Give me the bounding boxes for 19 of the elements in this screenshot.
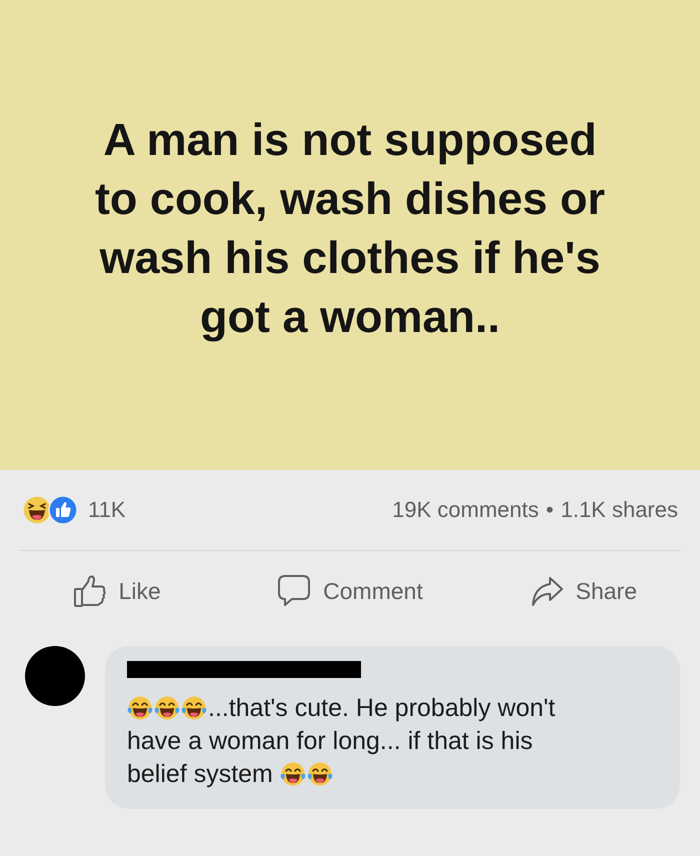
tears-of-joy-emoji-icon bbox=[127, 695, 153, 721]
share-arrow-icon bbox=[530, 574, 564, 608]
share-count[interactable]: 1.1K shares bbox=[560, 497, 678, 523]
share-button[interactable]: Share bbox=[528, 570, 639, 612]
thumbs-up-icon bbox=[72, 574, 107, 608]
speech-bubble-icon bbox=[277, 574, 312, 608]
laughing-emoji-icon bbox=[22, 495, 52, 525]
like-button[interactable]: Like bbox=[70, 570, 163, 612]
reaction-count[interactable]: 11K bbox=[88, 497, 126, 523]
separator-dot: • bbox=[546, 497, 554, 523]
thumbs-up-icon bbox=[48, 495, 78, 525]
tears-of-joy-emoji-icon bbox=[181, 695, 207, 721]
comment-count[interactable]: 19K comments bbox=[392, 497, 539, 523]
tears-of-joy-emoji-icon bbox=[154, 695, 180, 721]
post-text: A man is not supposed to cook, wash dishes or wash his clothes if he's got a woman.. bbox=[94, 113, 606, 344]
tears-of-joy-emoji-icon bbox=[306, 761, 333, 787]
comment-button[interactable]: Comment bbox=[275, 570, 425, 612]
comment-text: ...that's cute. He probably won't have a woman for long... if that is his belief system bbox=[127, 693, 556, 790]
tears-of-joy-emoji-icon bbox=[280, 761, 306, 787]
